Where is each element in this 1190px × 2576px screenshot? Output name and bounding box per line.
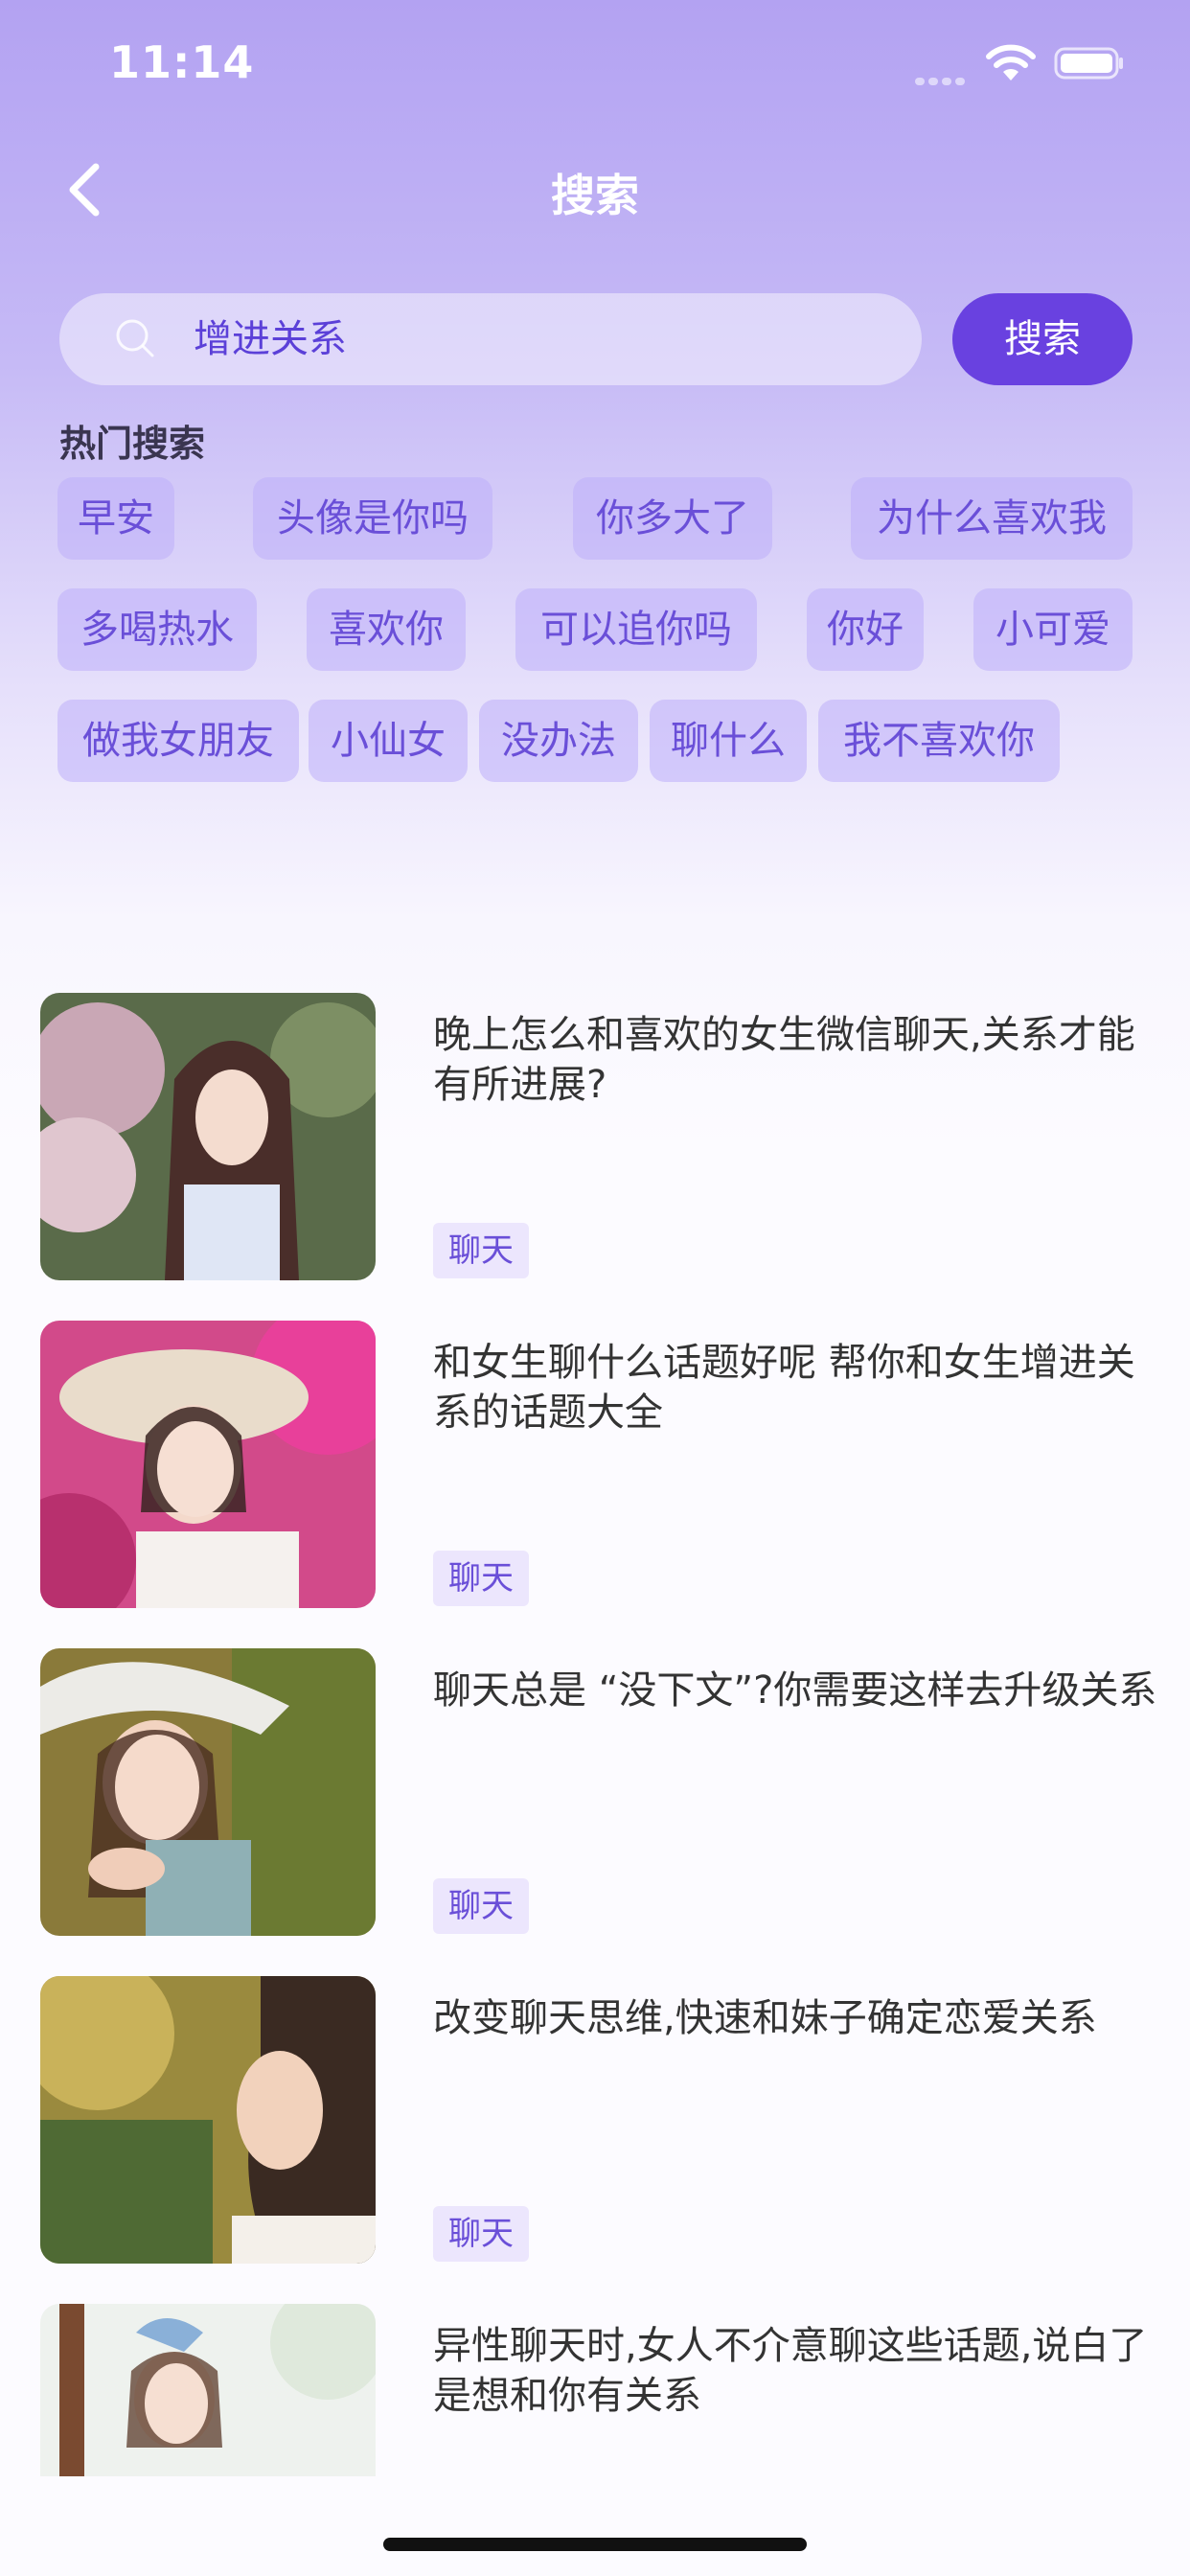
hot-tag[interactable]: 为什么喜欢我 — [851, 477, 1133, 560]
hot-tag[interactable]: 你多大了 — [573, 477, 772, 560]
article-thumbnail — [40, 1648, 376, 1936]
hot-tag[interactable]: 做我女朋友 — [57, 700, 299, 782]
article-item[interactable]: 聊天总是 “没下文”?你需要这样去升级关系 聊天 — [40, 1648, 1156, 1936]
battery-icon — [1054, 47, 1123, 80]
hot-tag[interactable]: 你好 — [807, 588, 924, 671]
home-indicator[interactable] — [383, 2538, 807, 2551]
hot-tag[interactable]: 可以追你吗 — [515, 588, 757, 671]
hot-tag[interactable]: 小可爱 — [973, 588, 1133, 671]
wifi-icon — [986, 44, 1036, 80]
status-bar: 11:14 — [0, 0, 1190, 125]
hot-tag[interactable]: 头像是你吗 — [253, 477, 492, 560]
article-title: 晚上怎么和喜欢的女生微信聊天,关系才能有所进展? — [433, 1013, 1135, 1107]
search-input[interactable] — [194, 293, 883, 385]
article-title: 异性聊天时,女人不介意聊这些话题,说白了是想和你有关系 — [433, 2324, 1148, 2418]
hot-tag[interactable]: 没办法 — [479, 700, 638, 782]
hot-tag[interactable]: 小仙女 — [309, 700, 468, 782]
search-icon — [116, 319, 154, 357]
article-thumbnail — [40, 993, 376, 1280]
article-item[interactable]: 异性聊天时,女人不介意聊这些话题,说白了是想和你有关系 — [40, 2304, 1152, 2476]
article-tag: 聊天 — [433, 1878, 529, 1934]
article-thumbnail — [40, 1321, 376, 1608]
search-button[interactable]: 搜索 — [952, 293, 1133, 385]
article-item[interactable]: 改变聊天思维,快速和妹子确定恋爱关系 聊天 — [40, 1976, 1152, 2264]
article-tag: 聊天 — [433, 1223, 529, 1278]
article-title: 聊天总是 “没下文”?你需要这样去升级关系 — [433, 1668, 1157, 1713]
article-item[interactable]: 和女生聊什么话题好呢 帮你和女生增进关系的话题大全 聊天 — [40, 1321, 1152, 1608]
article-thumbnail — [40, 2304, 376, 2476]
hot-tag[interactable]: 我不喜欢你 — [818, 700, 1060, 782]
article-tag: 聊天 — [433, 2206, 529, 2262]
search-box[interactable] — [59, 293, 922, 385]
hot-search-title: 热门搜索 — [59, 423, 206, 465]
hot-tag[interactable]: 聊什么 — [650, 700, 807, 782]
hot-tag[interactable]: 多喝热水 — [57, 588, 257, 671]
status-time: 11:14 — [109, 36, 255, 88]
article-title: 和女生聊什么话题好呢 帮你和女生增进关系的话题大全 — [433, 1341, 1135, 1435]
article-tag: 聊天 — [433, 1551, 529, 1606]
article-title: 改变聊天思维,快速和妹子确定恋爱关系 — [433, 1996, 1097, 2040]
page-title: 搜索 — [551, 170, 639, 221]
article-thumbnail — [40, 1976, 376, 2264]
hot-tag[interactable]: 早安 — [57, 477, 174, 560]
cellular-signal-icon — [915, 71, 969, 85]
article-item[interactable]: 晚上怎么和喜欢的女生微信聊天,关系才能有所进展? 聊天 — [40, 993, 1152, 1280]
hot-tag[interactable]: 喜欢你 — [307, 588, 466, 671]
